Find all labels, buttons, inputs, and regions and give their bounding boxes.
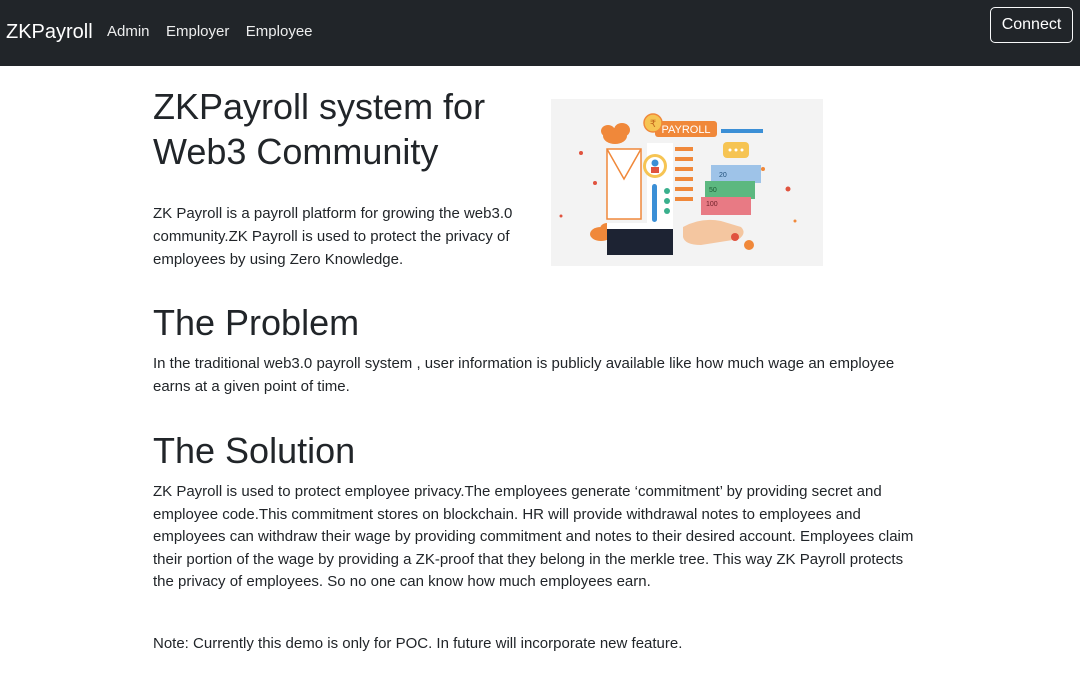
hero-title: ZKPayroll system for Web3 Community <box>153 86 486 172</box>
flower-icon <box>744 240 754 250</box>
payroll-illustration: PAYROLL ₹ 20 50 100 <box>551 99 823 266</box>
nav-link-employee[interactable]: Employee <box>246 23 313 40</box>
user-avatar-icon <box>651 159 659 167</box>
problem-text: In the traditional web3.0 payroll system… <box>153 355 895 395</box>
payroll-illustration-svg: PAYROLL ₹ 20 50 100 <box>551 99 823 266</box>
poc-note: Note: Currently this demo is only for PO… <box>153 635 683 652</box>
solution-heading: The Solution <box>153 430 356 471</box>
bill-100-label: 100 <box>706 201 718 208</box>
nav-links: Admin Employer Employee <box>107 23 325 41</box>
solution-text: ZK Payroll is used to protect employee p… <box>153 483 914 590</box>
nav-link-admin[interactable]: Admin <box>107 23 150 40</box>
payroll-badge-text: PAYROLL <box>661 124 710 136</box>
problem-heading: The Problem <box>153 302 360 343</box>
hero-description: ZK Payroll is a payroll platform for gro… <box>153 205 513 268</box>
rupee-coin-icon: ₹ <box>650 119 656 130</box>
bill-20-label: 20 <box>719 172 727 179</box>
bill-50-label: 50 <box>709 187 717 194</box>
nav-link-employer[interactable]: Employer <box>166 23 229 40</box>
top-navbar: ZKPayroll Admin Employer Employee Connec… <box>0 0 1080 66</box>
connect-wallet-button[interactable]: Connect <box>990 7 1073 43</box>
brand-logo-text[interactable]: ZKPayroll <box>6 21 93 44</box>
